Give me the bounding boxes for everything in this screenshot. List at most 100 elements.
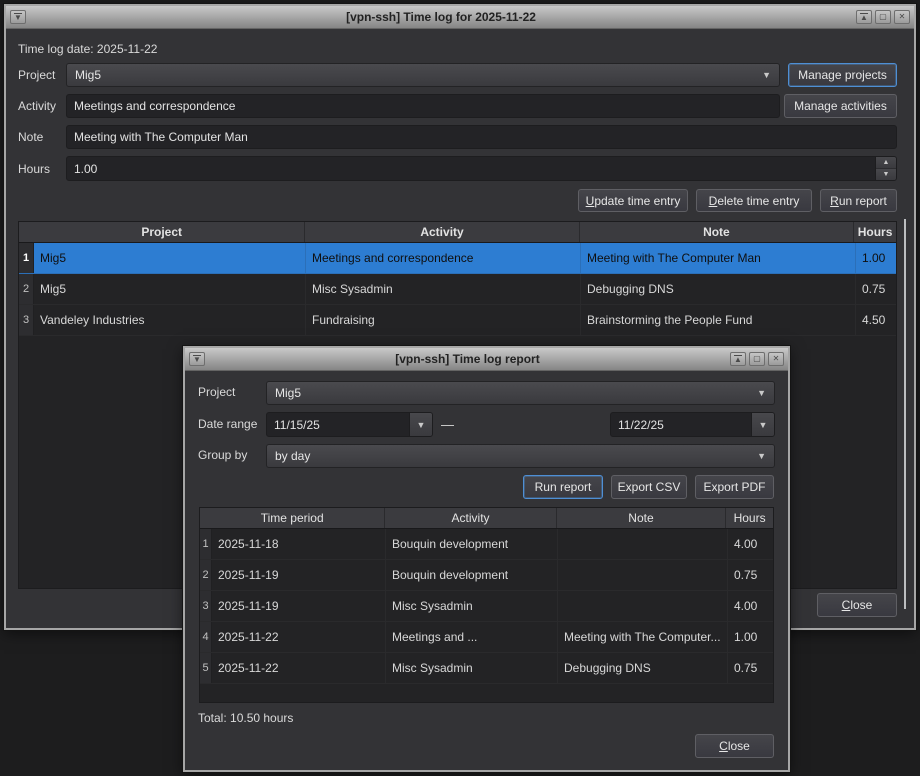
table-row[interactable]: 3 Vandeley Industries Fundraising Brains… xyxy=(19,305,896,336)
cell-note: Meeting with The Computer... xyxy=(558,622,728,652)
cell-hours: 4.00 xyxy=(728,529,774,559)
table-header-row: Time period Activity Note Hours xyxy=(200,508,773,529)
window-menu-button[interactable]: ▼ xyxy=(10,10,26,24)
cell-note xyxy=(558,591,728,621)
cell-activity: Meetings and ... xyxy=(386,622,558,652)
cell-hours: 0.75 xyxy=(728,653,774,683)
date-range-label: Date range xyxy=(198,417,257,431)
row-number: 3 xyxy=(200,591,212,621)
window-menu-button[interactable]: ▼ xyxy=(189,352,205,366)
window-menu-icon: ▼ xyxy=(193,355,201,363)
row-number: 2 xyxy=(200,560,212,590)
note-input-value: Meeting with The Computer Man xyxy=(74,130,248,144)
dialog-title: [vpn-ssh] Time log report xyxy=(208,352,727,366)
column-header-hours[interactable]: Hours xyxy=(854,222,896,242)
date-to-dropdown-button[interactable]: ▼ xyxy=(751,413,774,436)
date-to-field[interactable]: 11/22/25 ▼ xyxy=(610,412,775,437)
report-table: Time period Activity Note Hours 1 2025-1… xyxy=(199,507,774,703)
cell-time-period: 2025-11-18 xyxy=(212,529,386,559)
update-time-entry-button[interactable]: Update time entry xyxy=(578,189,688,212)
close-icon: ✕ xyxy=(773,355,780,363)
table-row[interactable]: 1 2025-11-18 Bouquin development 4.00 xyxy=(200,529,773,560)
maximize-icon: ▢ xyxy=(879,13,887,21)
maximize-icon: ▢ xyxy=(753,355,761,363)
spin-down-button[interactable]: ▼ xyxy=(876,169,896,180)
report-run-report-button[interactable]: Run report xyxy=(523,475,603,499)
cell-activity: Misc Sysadmin xyxy=(386,591,558,621)
window-menu-icon: ▼ xyxy=(14,13,22,21)
total-hours-label: Total: 10.50 hours xyxy=(198,711,293,725)
activity-input[interactable]: Meetings and correspondence xyxy=(66,94,780,118)
group-by-combobox[interactable]: by day ▼ xyxy=(266,444,775,468)
maximize-button[interactable]: ▢ xyxy=(875,10,891,24)
cell-project: Mig5 xyxy=(34,274,306,304)
row-number: 1 xyxy=(200,529,212,559)
close-button[interactable]: Close xyxy=(817,593,897,617)
table-scrollbar[interactable] xyxy=(904,219,906,609)
table-row[interactable]: 2 2025-11-19 Bouquin development 0.75 xyxy=(200,560,773,591)
cell-note: Meeting with The Computer Man xyxy=(581,243,856,273)
cell-activity: Misc Sysadmin xyxy=(386,653,558,683)
report-project-label: Project xyxy=(198,385,235,399)
column-header-time-period[interactable]: Time period xyxy=(200,508,385,528)
cell-hours: 0.75 xyxy=(728,560,774,590)
cell-hours: 0.75 xyxy=(856,274,897,304)
table-row[interactable]: 3 2025-11-19 Misc Sysadmin 4.00 xyxy=(200,591,773,622)
report-close-button[interactable]: Close xyxy=(695,734,774,758)
cell-project: Mig5 xyxy=(34,243,306,273)
hours-label: Hours xyxy=(18,162,50,176)
cell-activity: Fundraising xyxy=(306,305,581,335)
column-header-note[interactable]: Note xyxy=(580,222,854,242)
window-title: [vpn-ssh] Time log for 2025-11-22 xyxy=(29,10,853,24)
column-header-activity[interactable]: Activity xyxy=(305,222,579,242)
date-range-separator: — xyxy=(441,417,454,432)
shade-icon: ▲ xyxy=(734,355,742,363)
note-label: Note xyxy=(18,130,43,144)
project-combobox-value: Mig5 xyxy=(75,68,101,82)
note-input[interactable]: Meeting with The Computer Man xyxy=(66,125,897,149)
cell-note: Brainstorming the People Fund xyxy=(581,305,856,335)
chevron-down-icon: ▼ xyxy=(417,420,426,430)
column-header-project[interactable]: Project xyxy=(19,222,305,242)
row-number: 2 xyxy=(19,274,34,304)
export-pdf-button[interactable]: Export PDF xyxy=(695,475,774,499)
delete-time-entry-button[interactable]: Delete time entry xyxy=(696,189,812,212)
export-csv-button[interactable]: Export CSV xyxy=(611,475,687,499)
timelog-titlebar[interactable]: ▼ [vpn-ssh] Time log for 2025-11-22 ▲ ▢ … xyxy=(6,6,914,29)
cell-note xyxy=(558,560,728,590)
table-row[interactable]: 5 2025-11-22 Misc Sysadmin Debugging DNS… xyxy=(200,653,773,684)
report-dialog: ▼ [vpn-ssh] Time log report ▲ ▢ ✕ Projec… xyxy=(183,346,790,772)
shade-button[interactable]: ▲ xyxy=(856,10,872,24)
maximize-button[interactable]: ▢ xyxy=(749,352,765,366)
date-from-field[interactable]: 11/15/25 ▼ xyxy=(266,412,433,437)
shade-button[interactable]: ▲ xyxy=(730,352,746,366)
column-header-note[interactable]: Note xyxy=(557,508,726,528)
project-combobox[interactable]: Mig5 ▼ xyxy=(66,63,780,87)
cell-hours: 4.00 xyxy=(728,591,774,621)
date-from-dropdown-button[interactable]: ▼ xyxy=(409,413,432,436)
shade-icon: ▲ xyxy=(860,13,868,21)
report-project-combobox[interactable]: Mig5 ▼ xyxy=(266,381,775,405)
report-titlebar[interactable]: ▼ [vpn-ssh] Time log report ▲ ▢ ✕ xyxy=(185,348,788,371)
close-window-button[interactable]: ✕ xyxy=(768,352,784,366)
chevron-down-icon: ▼ xyxy=(759,420,768,430)
hours-spinbox[interactable]: 1.00 ▲ ▼ xyxy=(66,156,897,181)
project-label: Project xyxy=(18,68,55,82)
close-window-button[interactable]: ✕ xyxy=(894,10,910,24)
table-row[interactable]: 1 Mig5 Meetings and correspondence Meeti… xyxy=(19,243,896,274)
cell-time-period: 2025-11-19 xyxy=(212,560,386,590)
cell-note: Debugging DNS xyxy=(581,274,856,304)
manage-activities-button[interactable]: Manage activities xyxy=(784,94,897,118)
table-row[interactable]: 2 Mig5 Misc Sysadmin Debugging DNS 0.75 xyxy=(19,274,896,305)
run-report-button[interactable]: Run report xyxy=(820,189,897,212)
cell-time-period: 2025-11-22 xyxy=(212,622,386,652)
table-row[interactable]: 4 2025-11-22 Meetings and ... Meeting wi… xyxy=(200,622,773,653)
cell-activity: Misc Sysadmin xyxy=(306,274,581,304)
spin-up-button[interactable]: ▲ xyxy=(876,157,896,169)
cell-activity: Bouquin development xyxy=(386,560,558,590)
column-header-activity[interactable]: Activity xyxy=(385,508,556,528)
cell-time-period: 2025-11-19 xyxy=(212,591,386,621)
manage-projects-button[interactable]: Manage projects xyxy=(788,63,897,87)
column-header-hours[interactable]: Hours xyxy=(726,508,773,528)
report-content: Project Mig5 ▼ Date range 11/15/25 ▼ — 1… xyxy=(185,371,788,770)
